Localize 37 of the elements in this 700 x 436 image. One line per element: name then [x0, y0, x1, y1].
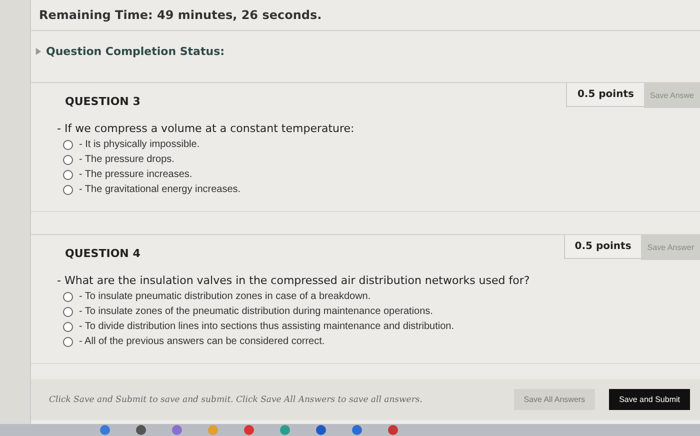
- radio-button[interactable]: [63, 170, 73, 180]
- points-label: 0.5 points: [566, 83, 644, 107]
- app-icon[interactable]: [136, 425, 146, 435]
- app-icon[interactable]: [388, 425, 398, 435]
- radio-button[interactable]: [63, 292, 73, 302]
- option-label: - To divide distribution lines into sections thus assisting maintenance and distribution.: [79, 321, 454, 332]
- save-all-button[interactable]: Save All Answers: [514, 389, 596, 410]
- points-label: 0.5 points: [564, 235, 642, 259]
- radio-button[interactable]: [63, 306, 73, 316]
- option-label: - The gravitational energy increases.: [79, 184, 241, 195]
- save-answer-button[interactable]: Save Answer: [641, 235, 700, 260]
- question-title: QUESTION 4: [65, 247, 142, 260]
- radio-button[interactable]: [63, 140, 73, 150]
- option-label: - The pressure increases.: [79, 169, 192, 180]
- option-label: - All of the previous answers can be considered correct.: [79, 336, 325, 347]
- option-label: - The pressure drops.: [79, 154, 174, 165]
- app-icon[interactable]: [316, 425, 326, 435]
- question-title: QUESTION 3: [65, 95, 142, 108]
- completion-status-toggle[interactable]: Question Completion Status:: [46, 45, 225, 58]
- app-icon[interactable]: [244, 425, 254, 435]
- submit-button[interactable]: Save and Submit: [609, 389, 690, 410]
- radio-button[interactable]: [63, 154, 73, 164]
- app-icon[interactable]: [100, 425, 110, 435]
- app-icon[interactable]: [352, 425, 362, 435]
- option-label: - To insulate pneumatic distribution zones in case of a breakdown.: [79, 291, 371, 302]
- instructions: Click Save and Submit to save and submit. Click Save All Answers to save all answers.: [49, 394, 422, 404]
- radio-button[interactable]: [63, 336, 73, 346]
- option-label: - To insulate zones of the pneumatic distribution during maintenance operations.: [79, 306, 433, 317]
- save-answer-button[interactable]: Save Answe: [644, 83, 700, 108]
- app-icon[interactable]: [172, 425, 182, 435]
- radio-button[interactable]: [63, 184, 73, 194]
- option-label: - It is physically impossible.: [79, 139, 200, 150]
- question-prompt: - If we compress a volume at a constant temperature:: [57, 122, 356, 135]
- question-prompt: - What are the insulation valves in the compressed air distribution networks used for?: [57, 274, 531, 287]
- radio-button[interactable]: [63, 322, 73, 332]
- remaining-time: Remaining Time: 49 minutes, 26 seconds.: [39, 8, 323, 22]
- caret-icon[interactable]: [35, 48, 42, 55]
